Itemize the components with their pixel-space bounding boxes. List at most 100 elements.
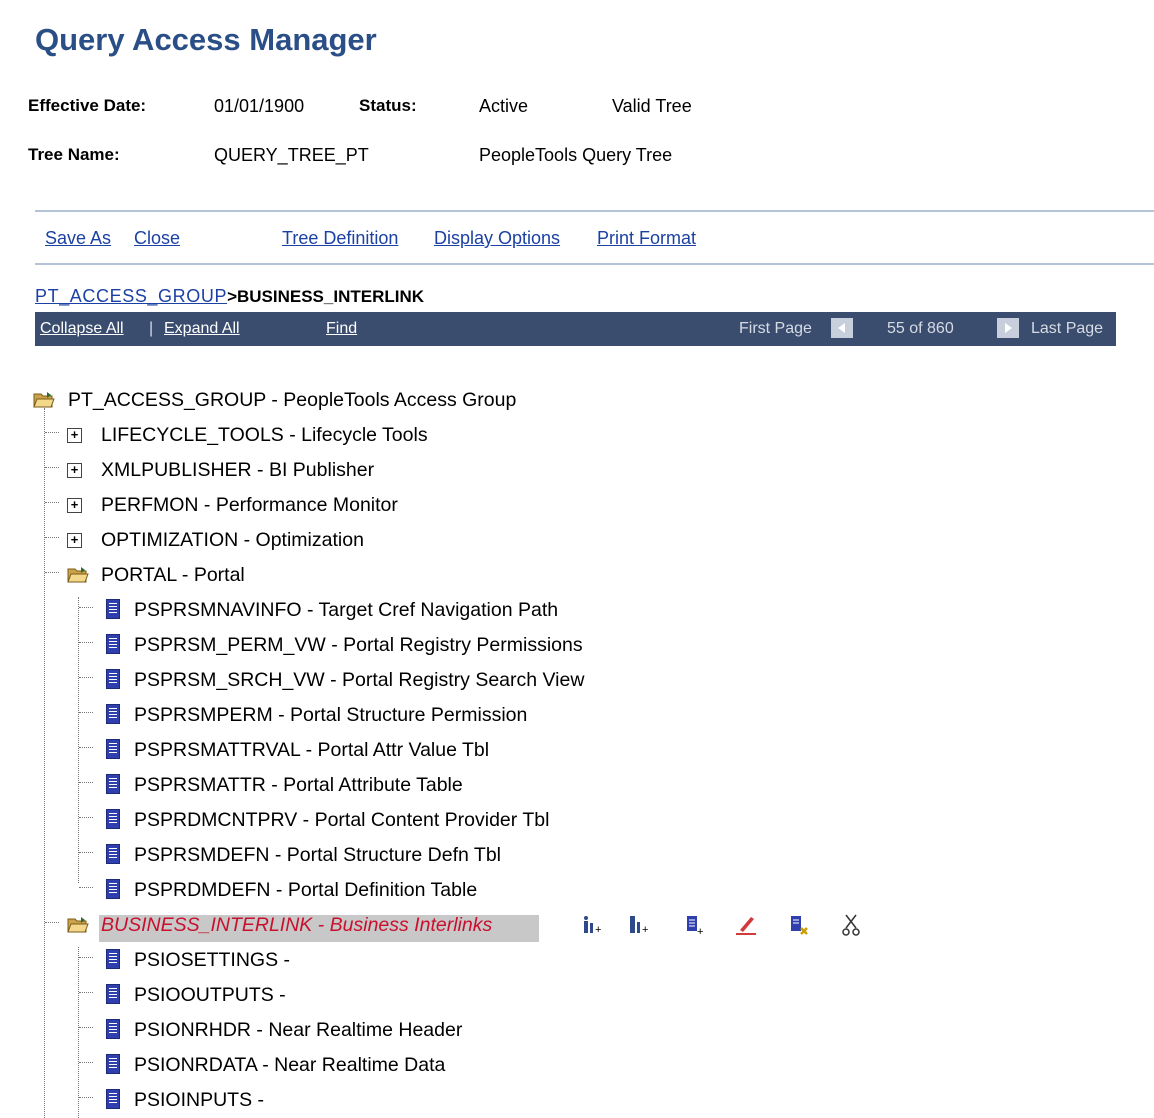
svg-text:+: + [595, 924, 601, 936]
tree-record-label: PSIONRHDR - Near Realtime Header [134, 1019, 463, 1041]
effective-date-value: 01/01/1900 [214, 96, 305, 116]
previous-page-icon[interactable] [831, 318, 853, 338]
page-title: Query Access Manager [35, 22, 377, 57]
edit-node-icon[interactable] [734, 913, 758, 937]
tree-record-label: PSPRSMDEFN - Portal Structure Defn Tbl [134, 844, 501, 866]
tree-connector [79, 852, 93, 853]
tree-connector [79, 607, 93, 608]
expand-plus-icon[interactable]: + [67, 498, 82, 513]
find-link[interactable]: Find [326, 320, 357, 338]
breadcrumb: PT_ACCESS_GROUP>BUSINESS_INTERLINK [35, 286, 424, 307]
expand-plus-icon[interactable]: + [67, 463, 82, 478]
tree-connector [79, 712, 93, 713]
svg-text:+: + [642, 924, 648, 936]
display-options-link[interactable]: Display Options [434, 228, 560, 249]
divider-bottom [35, 263, 1154, 265]
expand-plus-icon[interactable]: + [67, 533, 82, 548]
page-counter: 55 of 860 [887, 320, 954, 337]
print-format-link[interactable]: Print Format [597, 228, 696, 249]
tree-record-label: PSPRSMPERM - Portal Structure Permission [134, 704, 528, 726]
tree-name-value: QUERY_TREE_PT [214, 145, 369, 165]
tree-connector [79, 1027, 93, 1028]
delete-node-icon[interactable] [788, 913, 812, 937]
last-page-label: Last Page [1031, 320, 1104, 337]
tree-connector [45, 572, 59, 573]
tree-connector [44, 408, 45, 1118]
tree-group-label: PORTAL - Portal [101, 564, 245, 586]
tree-connector [45, 537, 59, 538]
save-as-link[interactable]: Save As [45, 228, 111, 249]
record-icon [106, 1019, 120, 1039]
tree-record-label: PSPRSM_PERM_VW - Portal Registry Permiss… [134, 634, 583, 656]
tree-connector [79, 747, 93, 748]
insert-child-group-icon[interactable]: + [627, 913, 651, 937]
record-icon [106, 879, 120, 899]
breadcrumb-current: >BUSINESS_INTERLINK [227, 287, 425, 306]
tree-connector [45, 502, 59, 503]
tree-name-label: Tree Name: [28, 145, 120, 164]
tree-root-label: PT_ACCESS_GROUP - PeopleTools Access Gro… [68, 389, 517, 411]
tree-connector [78, 597, 79, 883]
insert-sibling-group-icon[interactable]: + [580, 913, 604, 937]
tree-record-label: PSPRDMDEFN - Portal Definition Table [134, 879, 478, 901]
tree-record-label: PSPRSMNAVINFO - Target Cref Navigation P… [134, 599, 559, 621]
breadcrumb-parent-link[interactable]: PT_ACCESS_GROUP [35, 286, 227, 306]
expand-all-link[interactable]: Expand All [164, 320, 240, 338]
tree-connector [79, 992, 93, 993]
cut-node-icon[interactable] [840, 913, 864, 937]
tree-connector [79, 1097, 93, 1098]
tree-connector [79, 957, 93, 958]
tree-connector [45, 922, 59, 923]
first-page-label: First Page [739, 320, 812, 337]
tree-group-label: XMLPUBLISHER - BI Publisher [101, 459, 375, 481]
open-folder-icon [33, 391, 55, 409]
tree-record-label: PSPRSMATTRVAL - Portal Attr Value Tbl [134, 739, 490, 761]
insert-record-icon[interactable]: + [684, 913, 708, 938]
record-icon [106, 1089, 120, 1109]
tree-connector [79, 782, 93, 783]
tree-group-label: LIFECYCLE_TOOLS - Lifecycle Tools [101, 424, 428, 446]
tree-connector [79, 817, 93, 818]
record-icon [106, 949, 120, 969]
next-page-icon[interactable] [997, 318, 1019, 338]
tree-connector [79, 677, 93, 678]
record-icon [106, 984, 120, 1004]
record-icon [106, 634, 120, 654]
tree-record-label: PSIOINPUTS - [134, 1089, 265, 1111]
tree-record-label: PSPRDMCNTPRV - Portal Content Provider T… [134, 809, 550, 831]
nav-separator: | [149, 320, 154, 337]
record-icon [106, 739, 120, 759]
close-link[interactable]: Close [134, 228, 180, 249]
expand-plus-icon[interactable]: + [67, 428, 82, 443]
record-icon [106, 704, 120, 724]
tree-record-label: PSIONRDATA - Near Realtime Data [134, 1054, 446, 1076]
tree-description: PeopleTools Query Tree [479, 145, 673, 165]
tree-group-label: BUSINESS_INTERLINK - Business Interlinks [101, 914, 493, 936]
tree-definition-link[interactable]: Tree Definition [282, 228, 398, 249]
effective-date-label: Effective Date: [28, 96, 147, 115]
tree-group-node-selected[interactable]: BUSINESS_INTERLINK - Business Interlinks… [0, 907, 1154, 942]
tree-navigation-bar: Collapse All | Expand All Find First Pag… [35, 312, 1116, 346]
tree-connector [45, 432, 59, 433]
tree-group-label: OPTIMIZATION - Optimization [101, 529, 364, 551]
tree-record-label: PSIOOUTPUTS - [134, 984, 286, 1006]
tree-group-label: PERFMON - Performance Monitor [101, 494, 398, 516]
open-folder-icon [67, 916, 89, 934]
record-icon [106, 1054, 120, 1074]
status-label: Status: [359, 96, 417, 115]
tree-connector [79, 642, 93, 643]
record-icon [106, 774, 120, 794]
record-icon [106, 809, 120, 829]
tree-connector [79, 1062, 93, 1063]
tree-record-label: PSPRSM_SRCH_VW - Portal Registry Search … [134, 669, 585, 691]
collapse-all-link[interactable]: Collapse All [40, 320, 124, 338]
record-icon [106, 669, 120, 689]
svg-text:+: + [697, 926, 703, 937]
record-icon [106, 599, 120, 619]
tree-record-label: PSPRSMATTR - Portal Attribute Table [134, 774, 463, 796]
tree-connector [45, 467, 59, 468]
tree-record-label: PSIOSETTINGS - [134, 949, 291, 971]
status-value: Active [479, 96, 529, 116]
tree-validity: Valid Tree [612, 96, 692, 116]
tree-connector [79, 887, 93, 888]
